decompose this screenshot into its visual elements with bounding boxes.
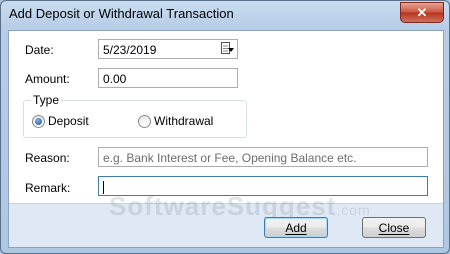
type-legend: Type bbox=[31, 93, 62, 107]
close-button-label: Close bbox=[378, 220, 410, 235]
date-picker[interactable]: 5/23/2019 bbox=[98, 39, 238, 59]
window-title: Add Deposit or Withdrawal Transaction bbox=[9, 6, 234, 21]
amount-label: Amount: bbox=[25, 72, 70, 86]
close-button[interactable]: Close bbox=[362, 217, 426, 238]
reason-placeholder: e.g. Bank Interest or Fee, Opening Balan… bbox=[103, 151, 357, 165]
calendar-icon[interactable] bbox=[221, 42, 234, 55]
withdrawal-radio[interactable] bbox=[138, 115, 151, 128]
reason-field[interactable]: e.g. Bank Interest or Fee, Opening Balan… bbox=[98, 147, 428, 167]
deposit-radio-label[interactable]: Deposit bbox=[48, 114, 89, 128]
reason-label: Reason: bbox=[25, 151, 70, 165]
watermark-suffix: .com bbox=[336, 202, 371, 218]
add-button-label: Add bbox=[285, 220, 307, 235]
withdrawal-radio-label[interactable]: Withdrawal bbox=[154, 114, 213, 128]
dialog-client-area: Date: 5/23/2019 Amount: 0.00 Type Deposi… bbox=[8, 30, 444, 248]
remark-label: Remark: bbox=[25, 181, 71, 195]
date-label: Date: bbox=[25, 43, 54, 57]
amount-value: 0.00 bbox=[103, 72, 127, 86]
date-value: 5/23/2019 bbox=[103, 43, 157, 57]
window-close-button[interactable]: ✕ bbox=[400, 2, 444, 23]
dialog-window: Add Deposit or Withdrawal Transaction ✕ … bbox=[0, 0, 450, 254]
close-icon: ✕ bbox=[416, 4, 428, 20]
chevron-down-icon[interactable] bbox=[228, 48, 234, 52]
add-button[interactable]: Add bbox=[264, 217, 328, 238]
amount-field[interactable]: 0.00 bbox=[98, 68, 238, 88]
form-panel: Date: 5/23/2019 Amount: 0.00 Type Deposi… bbox=[9, 31, 443, 204]
text-caret bbox=[103, 181, 104, 195]
deposit-radio[interactable] bbox=[32, 115, 45, 128]
watermark: SoftwareSuggest.com bbox=[109, 191, 371, 222]
